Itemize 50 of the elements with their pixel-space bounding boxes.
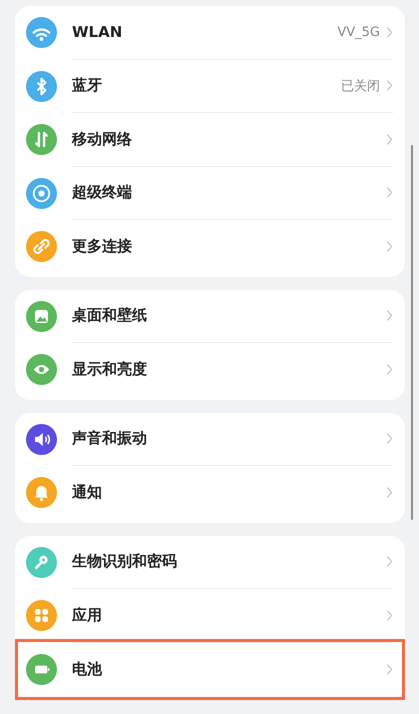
chevron-icon: [386, 486, 393, 500]
chevron-icon: [386, 309, 393, 322]
eye-icon: [26, 354, 57, 386]
settings-row[interactable]: 通知: [15, 466, 405, 520]
speaker-icon: [26, 424, 57, 455]
settings-row[interactable]: 蓝牙 已关闭: [15, 60, 405, 113]
key-icon: [26, 546, 57, 578]
setting-label: 桌面和壁纸: [72, 306, 148, 326]
setting-value: VV_5G: [337, 24, 380, 40]
setting-label: 显示和亮度: [72, 360, 148, 380]
chevron-icon: [386, 186, 393, 200]
chevron-icon: [386, 240, 393, 254]
setting-value: 已关闭: [341, 78, 380, 95]
battery-icon: [26, 654, 57, 685]
chevron-icon: [386, 363, 393, 376]
setting-label: 超级终端: [72, 183, 133, 202]
setting-label: 声音和振动: [72, 429, 148, 448]
settings-row[interactable]: 更多连接: [15, 220, 405, 274]
settings-row[interactable]: 显示和亮度: [15, 343, 405, 396]
settings-row[interactable]: 应用: [15, 589, 405, 642]
setting-label: 蓝牙: [72, 76, 103, 96]
setting-label: 通知: [72, 483, 103, 502]
setting-label: 应用: [72, 606, 103, 625]
settings-row[interactable]: 移动网络: [15, 113, 405, 166]
setting-label: 移动网络: [72, 130, 133, 149]
chevron-icon: [386, 662, 393, 676]
settings-row[interactable]: 超级终端: [15, 166, 405, 220]
chevron-icon: [386, 132, 393, 146]
chevron-icon: [386, 432, 393, 446]
chevron-icon: [386, 79, 393, 92]
image-icon: [26, 300, 57, 332]
grid-icon: [26, 600, 57, 632]
settings-row[interactable]: 桌面和壁纸: [15, 290, 405, 343]
wifi-icon: [26, 17, 57, 48]
settings-row[interactable]: 生物识别和密码: [15, 536, 405, 589]
link-icon: [26, 231, 57, 262]
target-icon: [26, 178, 57, 209]
settings-row[interactable]: 电池: [15, 642, 405, 696]
bluetooth-icon: [26, 70, 57, 102]
settings-row[interactable]: 声音和振动: [15, 412, 405, 466]
chevron-icon: [386, 555, 393, 568]
chevron-icon: [386, 26, 393, 39]
chevron-icon: [386, 608, 393, 622]
bell-icon: [26, 477, 57, 508]
setting-label: 生物识别和密码: [72, 552, 178, 572]
setting-label: 更多连接: [72, 237, 133, 256]
setting-label: 电池: [72, 660, 104, 679]
setting-label: WLAN: [72, 23, 124, 42]
arrows-icon: [26, 124, 57, 156]
settings-row[interactable]: WLAN VV_5G: [15, 6, 405, 60]
